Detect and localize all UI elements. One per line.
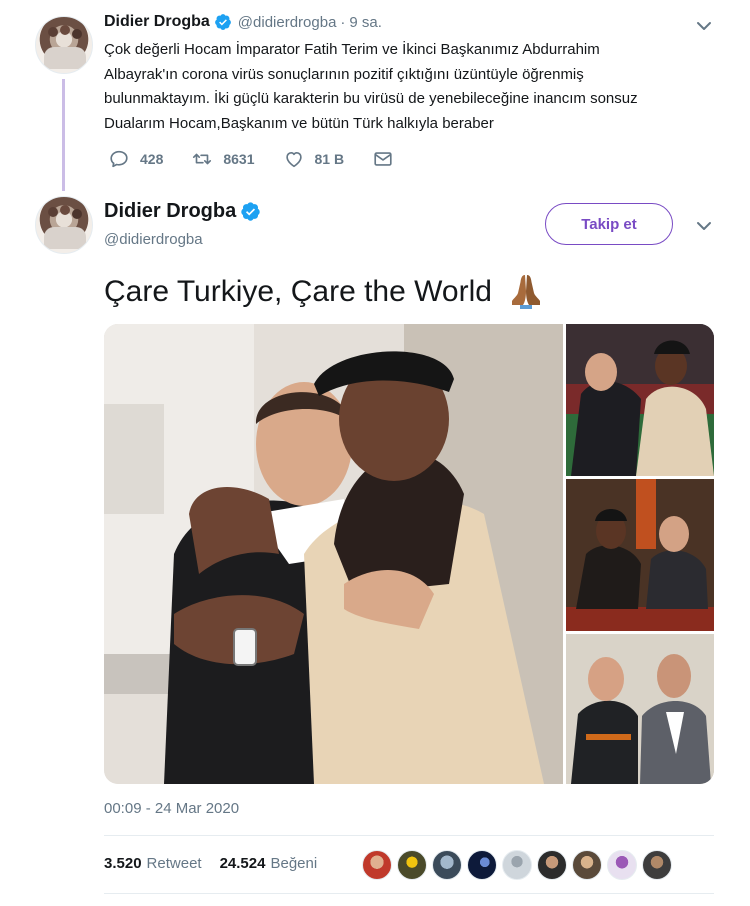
message-icon [374,152,392,166]
main-author-avatar[interactable] [35,196,93,254]
reply-time-ago[interactable]: 9 sa. [349,14,382,31]
reply-tweet-header: Didier Drogba @didierdrogba · 9 sa. [104,13,382,31]
like-total-label[interactable]: Beğeni [270,855,317,872]
retweet-count: 8631 [223,151,255,167]
like-count: 81 B [314,151,345,167]
retweet-icon [193,153,212,165]
thread-connector-line [62,79,65,191]
verified-badge-icon [241,202,260,221]
main-author-handle[interactable]: @didierdrogba [104,231,203,248]
photo-embrace[interactable] [104,324,563,784]
reply-author-name[interactable]: Didier Drogba [104,13,210,31]
liker-avatar[interactable] [502,850,532,880]
reply-author-avatar[interactable] [35,16,93,74]
verified-badge-icon [214,14,231,30]
main-tweet-handle-row: @didierdrogba [104,231,203,248]
liker-avatar[interactable] [572,850,602,880]
photo-stadium-hug[interactable] [566,324,714,476]
reply-button[interactable]: 428 [108,148,163,170]
follow-button[interactable]: Takip et [545,203,673,245]
liker-avatar[interactable] [467,850,497,880]
reply-text-line: bulunmaktayım. İki güçlü karakterin bu v… [104,90,638,107]
liker-avatar[interactable] [607,850,637,880]
retweet-total-label[interactable]: Retweet [147,855,202,872]
reply-tweet-text: Çok değerli Hocam İmparator Fatih Terim … [104,38,724,136]
photo-club-office[interactable] [566,479,714,631]
like-button[interactable]: 81 B [283,148,345,170]
reply-author-handle[interactable]: @didierdrogba [238,14,337,31]
tweet-media-grid [104,324,714,784]
reply-count: 428 [140,151,164,167]
main-tweet-header: Didier Drogba [104,200,267,223]
like-total[interactable]: 24.524 [220,855,266,872]
divider [104,893,714,894]
divider [104,835,714,836]
liker-avatar[interactable] [537,850,567,880]
like-icon [285,151,302,168]
tweet-timestamp[interactable]: 00:09 - 24 Mar 2020 [104,800,239,817]
main-author-name[interactable]: Didier Drogba [104,200,236,223]
main-tweet-text-row: Çare Turkiye, Çare the World [104,275,546,310]
reply-text-line: Albayrak'ın corona virüs sonuçlarının po… [104,65,584,83]
photo-terim-albayrak[interactable] [566,634,714,784]
main-tweet-text: Çare Turkiye, Çare the World [104,275,492,308]
folded-hands-emoji-icon [512,275,541,310]
liker-avatar[interactable] [362,850,392,880]
separator-dot: · [340,13,346,31]
reply-text-line: Çok değerli Hocam İmparator Fatih Terim … [104,41,600,58]
reply-tweet-actions: 428 8631 81 B [108,148,432,170]
chevron-down-icon[interactable] [696,18,712,34]
liker-avatar[interactable] [432,850,462,880]
retweet-button[interactable]: 8631 [191,148,255,170]
liker-avatar[interactable] [397,850,427,880]
retweet-total[interactable]: 3.520 [104,855,142,872]
direct-message-button[interactable] [372,148,404,170]
reply-icon [110,150,128,168]
tweet-stats: 3.520 Retweet 24.524 Beğeni [104,855,335,872]
chevron-down-icon[interactable] [696,218,712,234]
liker-avatar[interactable] [642,850,672,880]
reply-text-line: Dualarım Hocam,Başkanım ve bütün Türk ha… [104,114,494,132]
liker-avatars [362,850,677,880]
